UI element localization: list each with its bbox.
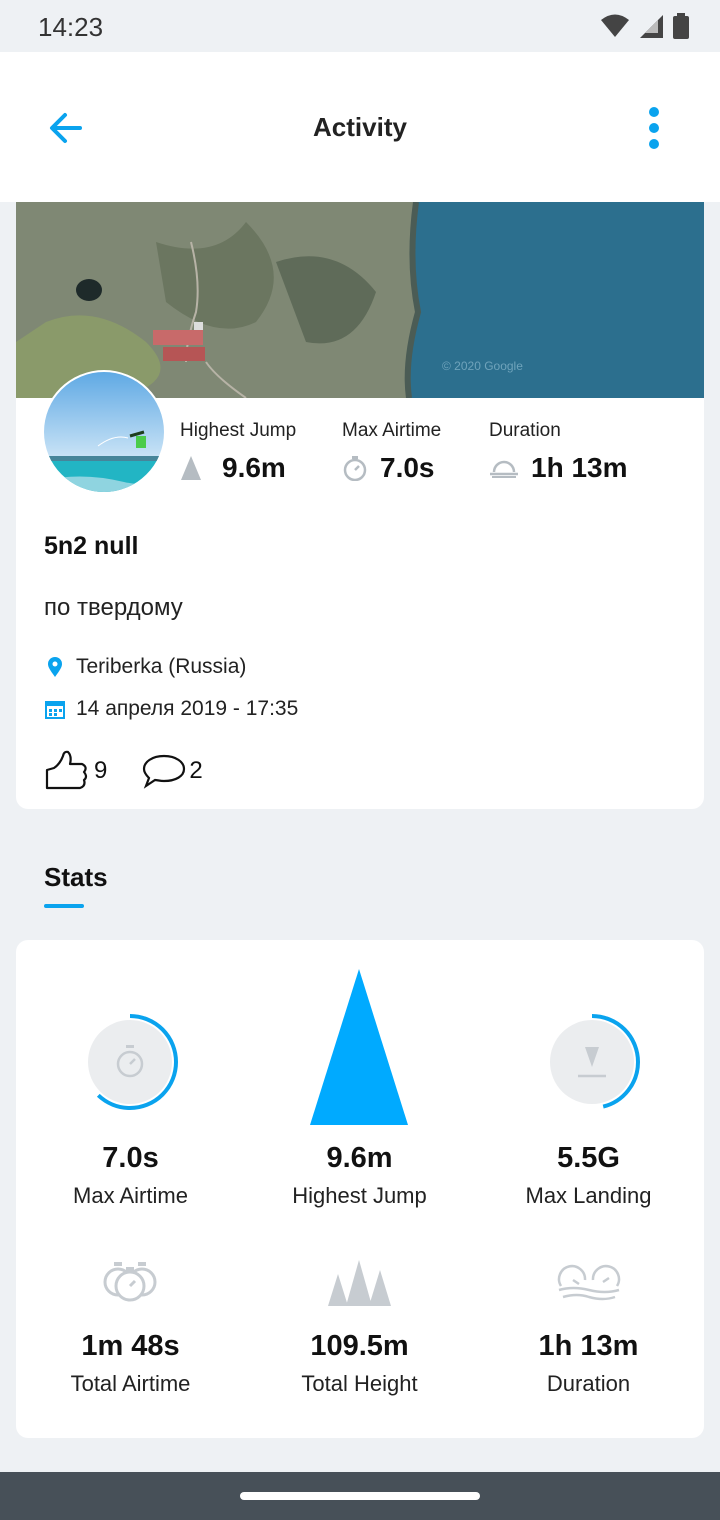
home-gesture-handle[interactable] xyxy=(240,1492,480,1500)
stat-highest-jump: 9.6m Highest Jump xyxy=(245,1142,474,1209)
activity-title: 5n2 null xyxy=(44,532,139,560)
signal-icon xyxy=(640,15,663,38)
comment-icon[interactable] xyxy=(141,753,187,789)
stats-card: 7.0s Max Airtime 9.6m Highest Jump 5.5G … xyxy=(16,940,704,1438)
stat-label: Highest Jump xyxy=(292,1183,427,1208)
location-pin-icon xyxy=(48,657,62,677)
activity-photo[interactable] xyxy=(44,372,164,492)
max-airtime-gauge xyxy=(82,1014,178,1110)
like-icon[interactable] xyxy=(44,750,92,792)
location-text: Teriberka (Russia) xyxy=(76,655,247,678)
tab-stats[interactable]: Stats xyxy=(44,862,108,893)
metric-max-airtime: Max Airtime 7.0s xyxy=(342,420,441,484)
height-triangle-icon xyxy=(310,969,408,1125)
calendar-icon xyxy=(45,701,65,719)
battery-icon xyxy=(673,13,689,39)
wifi-icon xyxy=(601,14,629,37)
stat-value: 9.6m xyxy=(326,1142,393,1174)
stat-label: Max Landing xyxy=(525,1183,652,1208)
likes-count: 9 xyxy=(94,757,108,784)
metric-value: 1h 13m xyxy=(531,452,628,483)
page-title: Activity xyxy=(313,112,407,142)
metric-label: Duration xyxy=(489,420,561,441)
stat-value: 5.5G xyxy=(557,1142,620,1174)
metric-duration: Duration 1h 13m xyxy=(489,420,628,484)
stat-value: 109.5m xyxy=(310,1330,409,1362)
clock-icon xyxy=(490,460,518,478)
activity-description: по твердому xyxy=(44,594,183,621)
social-row: 9 2 xyxy=(44,750,203,792)
activity-card[interactable]: © 2020 Google Highest Jump 9.6m Max Airt… xyxy=(16,202,704,809)
location-row[interactable]: Teriberka (Russia) xyxy=(44,655,246,679)
stat-value: 7.0s xyxy=(102,1142,159,1174)
status-time: 14:23 xyxy=(38,12,104,42)
session-clock-icon xyxy=(557,1264,621,1301)
stat-label: Total Airtime xyxy=(70,1371,191,1396)
map-watermark: © 2020 Google xyxy=(442,359,523,373)
metric-highest-jump: Highest Jump 9.6m xyxy=(180,420,296,484)
date-row: 14 апреля 2019 - 17:35 xyxy=(44,697,298,721)
metric-label: Max Airtime xyxy=(342,420,442,441)
stat-duration: 1h 13m Duration xyxy=(474,1330,703,1397)
metric-value: 9.6m xyxy=(222,452,286,483)
date-text: 14 апреля 2019 - 17:35 xyxy=(76,697,299,720)
system-icons xyxy=(600,12,690,40)
system-nav-bar xyxy=(0,1472,720,1520)
stat-total-airtime: 1m 48s Total Airtime xyxy=(16,1330,245,1397)
triple-mountain-icon xyxy=(328,1260,391,1306)
mountain-icon xyxy=(181,456,201,480)
max-landing-gauge xyxy=(544,1014,640,1110)
more-options-icon[interactable] xyxy=(640,106,668,150)
tab-stats-indicator xyxy=(44,904,84,908)
app-bar: Activity xyxy=(0,52,720,202)
double-stopwatch-icon xyxy=(103,1262,157,1302)
stat-label: Duration xyxy=(546,1371,631,1396)
stat-value: 1h 13m xyxy=(538,1330,639,1362)
stat-label: Total Height xyxy=(301,1371,418,1396)
map-thumbnail[interactable]: © 2020 Google xyxy=(16,202,704,398)
stat-max-landing: 5.5G Max Landing xyxy=(474,1142,703,1209)
status-bar: 14:23 xyxy=(0,0,720,52)
metric-value: 7.0s xyxy=(380,452,435,483)
metric-label: Highest Jump xyxy=(180,420,297,441)
stat-value: 1m 48s xyxy=(81,1330,180,1362)
stat-max-airtime: 7.0s Max Airtime xyxy=(16,1142,245,1209)
comments-count: 2 xyxy=(189,757,203,784)
stopwatch-icon xyxy=(343,456,367,481)
stat-total-height: 109.5m Total Height xyxy=(245,1330,474,1397)
stat-label: Max Airtime xyxy=(73,1183,188,1208)
